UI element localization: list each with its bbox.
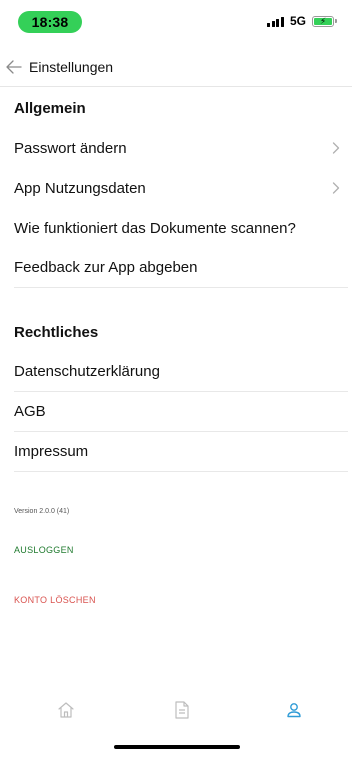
logout-button[interactable]: AUSLOGGEN [14, 545, 74, 555]
feedback-item[interactable]: Feedback zur App abgeben [14, 248, 348, 288]
battery-charging-icon: ⚡ [319, 15, 327, 26]
battery-icon: ⚡ [312, 15, 337, 27]
scan-help-label: Wie funktioniert das Dokumente scannen? [14, 219, 296, 237]
imprint-label: Impressum [14, 443, 89, 460]
status-time: 18:38 [18, 11, 82, 33]
status-indicators: 5G ⚡ [267, 14, 337, 28]
chevron-right-icon [328, 180, 344, 196]
feedback-label: Feedback zur App abgeben [14, 259, 198, 276]
change-password-label: Passwort ändern [14, 139, 127, 157]
delete-account-button[interactable]: KONTO LÖSCHEN [14, 595, 96, 605]
imprint-item[interactable]: Impressum [14, 432, 348, 472]
navigation-bar: Einstellungen [0, 52, 352, 82]
home-indicator [114, 745, 240, 749]
app-version: Version 2.0.0 (41) [14, 508, 70, 515]
profile-icon[interactable] [282, 698, 306, 722]
terms-label: AGB [14, 403, 46, 420]
status-bar: 18:38 5G ⚡ [0, 0, 352, 44]
back-arrow-icon[interactable] [3, 56, 25, 78]
app-usage-data-item[interactable]: App Nutzungsdaten [14, 168, 348, 208]
app-usage-data-label: App Nutzungsdaten [14, 179, 146, 197]
section-title-legal: Rechtliches [14, 323, 99, 341]
settings-list: Allgemein Passwort ändern App Nutzungsda… [14, 88, 348, 472]
home-icon[interactable] [54, 698, 78, 722]
terms-item[interactable]: AGB [14, 392, 348, 432]
section-title-general: Allgemein [14, 99, 86, 117]
chevron-right-icon [328, 140, 344, 156]
page-title: Einstellungen [29, 59, 114, 75]
signal-icon [267, 16, 284, 27]
document-icon[interactable] [170, 698, 194, 722]
network-type: 5G [289, 14, 306, 28]
scan-help-item[interactable]: Wie funktioniert das Dokumente scannen? [14, 208, 348, 248]
header-divider [0, 86, 352, 87]
change-password-item[interactable]: Passwort ändern [14, 128, 348, 168]
privacy-policy-label: Datenschutzerklärung [14, 363, 160, 380]
tab-bar [0, 690, 352, 730]
privacy-policy-item[interactable]: Datenschutzerklärung [14, 352, 348, 392]
